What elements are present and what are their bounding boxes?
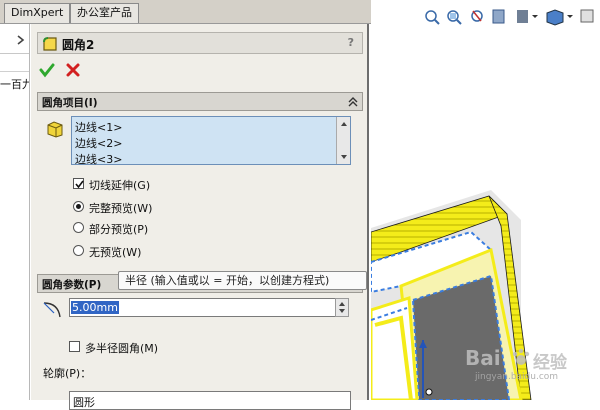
tree-item-partial[interactable]: 一百九 (0, 76, 29, 92)
property-manager-title-bar: 圆角2 ? (37, 32, 363, 54)
fillet-feature-icon (43, 37, 57, 51)
radius-icon (43, 302, 61, 318)
multi-radius-label: 多半径圆角(M) (85, 342, 159, 355)
full-preview-label: 完整预览(W) (89, 202, 153, 215)
fillet-items-header-label: 圆角项目(I) (42, 97, 98, 109)
expand-icon[interactable] (0, 24, 29, 54)
radius-value: 5.00mm (71, 301, 119, 314)
fillet-items-header[interactable]: 圆角项目(I) (37, 92, 363, 111)
fillet-params-header-label: 圆角参数(P) (42, 279, 102, 291)
command-manager-tabs: DimXpert 办公室产品 (0, 0, 376, 24)
tangent-propagation-checkbox[interactable] (73, 178, 84, 189)
partial-preview-radio[interactable] (73, 222, 84, 233)
graphics-area[interactable]: Bai 经验 jingyan.baidu.com (371, 0, 600, 400)
fillet-property-manager: 圆角2 ? 圆角项目(I) 边线<1> 边线<2> 边线<3> 切线延伸(G) (31, 24, 369, 410)
multi-radius-checkbox[interactable] (69, 341, 80, 352)
cancel-x-icon[interactable] (65, 62, 81, 78)
list-item[interactable]: 边线<2> (75, 135, 122, 151)
part-model-preview (371, 190, 532, 400)
watermark-url: jingyan.baidu.com (475, 372, 559, 382)
tree-filter (0, 56, 29, 72)
tangent-propagation-label: 切线延伸(G) (89, 179, 151, 192)
radius-tooltip: 半径 (输入值或以 = 开始，以创建方程式) (118, 271, 367, 290)
list-item[interactable]: 边线<1> (75, 119, 122, 135)
baidu-paw-icon (512, 348, 530, 365)
edges-list[interactable]: 边线<1> 边线<2> 边线<3> (71, 116, 351, 167)
full-preview-radio[interactable] (73, 201, 84, 212)
list-scrollbar[interactable] (336, 117, 350, 164)
watermark-brand: Bai (465, 346, 501, 370)
profile-label: 轮廓(P)： (43, 367, 92, 380)
feature-tree-panel: 一百九 (0, 24, 30, 400)
no-preview-radio[interactable] (73, 245, 84, 256)
edge-selection-icon (47, 121, 63, 138)
watermark-suffix: 经验 (533, 353, 567, 373)
tab-dimxpert[interactable]: DimXpert (4, 3, 71, 23)
partial-preview-label: 部分预览(P) (89, 223, 149, 236)
profile-select[interactable]: 圆形 (69, 391, 351, 410)
list-item[interactable]: 边线<3> (75, 151, 122, 167)
tab-office-products[interactable]: 办公室产品 (70, 3, 139, 23)
collapse-icon[interactable] (348, 97, 358, 107)
ok-check-icon[interactable] (39, 62, 55, 78)
profile-value: 圆形 (73, 396, 95, 409)
no-preview-label: 无预览(W) (89, 246, 142, 259)
radius-spinner[interactable] (335, 298, 349, 317)
feature-title: 圆角2 (62, 38, 95, 52)
tree-toolbar (0, 24, 29, 54)
radius-input[interactable]: 5.00mm (69, 298, 347, 317)
help-icon[interactable]: ? (348, 36, 354, 49)
